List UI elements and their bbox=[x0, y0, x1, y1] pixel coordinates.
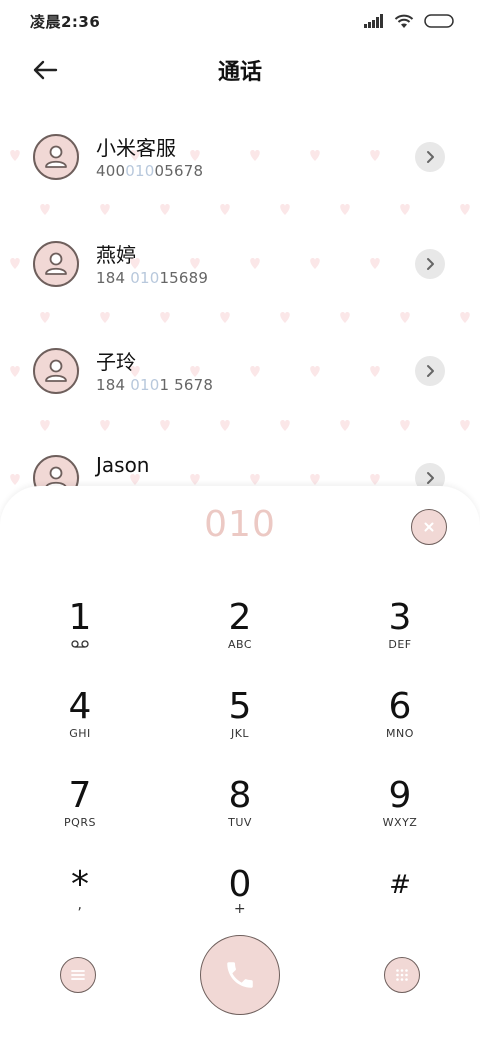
key-digit: 9 bbox=[388, 775, 412, 816]
chevron-right-icon bbox=[427, 258, 434, 270]
key-digit: 6 bbox=[388, 686, 412, 727]
status-icons bbox=[364, 14, 454, 29]
contact-detail-button[interactable] bbox=[415, 249, 445, 279]
key-0[interactable]: 0 + bbox=[180, 865, 300, 945]
contact-number: 40001005678 bbox=[96, 162, 204, 180]
contact-name: 小米客服 bbox=[96, 136, 176, 160]
key-letters: WXYZ bbox=[382, 816, 418, 829]
chevron-right-icon bbox=[427, 472, 434, 484]
signal-icon bbox=[364, 14, 383, 28]
contact-detail-button[interactable] bbox=[415, 142, 445, 172]
phone-icon bbox=[227, 962, 253, 988]
person-icon bbox=[45, 252, 67, 275]
key-letters: + bbox=[233, 901, 247, 917]
key-digit: 4 bbox=[68, 686, 92, 727]
contact-row[interactable]: 燕婷 184 01015689 bbox=[0, 241, 480, 321]
person-icon bbox=[45, 145, 67, 168]
contact-row[interactable]: 子玲 184 0101 5678 bbox=[0, 348, 480, 428]
key-digit: 5 bbox=[228, 686, 252, 727]
chevron-right-icon bbox=[427, 365, 434, 377]
contact-detail-button[interactable] bbox=[415, 356, 445, 386]
key-digit: 7 bbox=[68, 775, 92, 816]
person-icon bbox=[45, 359, 67, 382]
close-icon bbox=[424, 522, 434, 532]
menu-button[interactable] bbox=[60, 957, 96, 993]
voicemail-icon bbox=[71, 640, 89, 648]
status-bar: 凌晨2:36 bbox=[0, 0, 480, 42]
dial-input[interactable]: 010 bbox=[0, 504, 480, 545]
header: 通话 bbox=[0, 48, 480, 92]
key-letters: ABC bbox=[227, 638, 253, 651]
avatar bbox=[33, 241, 79, 287]
clear-button[interactable] bbox=[411, 509, 447, 545]
key-letters: TUV bbox=[228, 816, 252, 829]
keypad-icon bbox=[396, 969, 408, 981]
avatar bbox=[33, 134, 79, 180]
key-8[interactable]: 8 TUV bbox=[180, 776, 300, 856]
contact-name: Jason bbox=[96, 453, 150, 477]
key-hash[interactable]: # bbox=[340, 865, 460, 945]
key-4[interactable]: 4 GHI bbox=[20, 687, 140, 767]
contact-number: 184 0101 5678 bbox=[96, 376, 214, 394]
key-3[interactable]: 3 DEF bbox=[340, 598, 460, 678]
key-letters: PQRS bbox=[64, 816, 96, 829]
key-digit: # bbox=[389, 870, 411, 900]
dialer-panel: 010 1 2 ABC 3 DEF 4 GHI 5 JKL 6 MNO 7 PQ… bbox=[0, 486, 480, 1040]
key-letters: GHI bbox=[69, 727, 91, 740]
key-digit: 2 bbox=[228, 597, 252, 638]
battery-icon bbox=[424, 14, 454, 28]
key-letters: , bbox=[77, 897, 83, 913]
wifi-icon bbox=[394, 14, 414, 28]
key-letters: MNO bbox=[386, 727, 414, 740]
call-button[interactable] bbox=[200, 935, 280, 1015]
menu-icon bbox=[71, 970, 85, 980]
key-digit: 1 bbox=[68, 597, 92, 638]
keypad-toggle-button[interactable] bbox=[384, 957, 420, 993]
key-7[interactable]: 7 PQRS bbox=[20, 776, 140, 856]
key-digit: 3 bbox=[388, 597, 412, 638]
status-time: 凌晨2:36 bbox=[30, 12, 101, 31]
page-title: 通话 bbox=[217, 60, 262, 85]
key-letters: JKL bbox=[230, 727, 250, 740]
avatar bbox=[33, 348, 79, 394]
key-star[interactable]: * , bbox=[20, 865, 140, 945]
contact-name: 燕婷 bbox=[96, 243, 136, 267]
contact-row[interactable]: 小米客服 40001005678 bbox=[0, 134, 480, 214]
contact-number: 184 01015689 bbox=[96, 269, 209, 287]
key-2[interactable]: 2 ABC bbox=[180, 598, 300, 678]
chevron-right-icon bbox=[427, 151, 434, 163]
key-digit: 8 bbox=[228, 775, 252, 816]
key-letters: DEF bbox=[388, 638, 412, 651]
key-5[interactable]: 5 JKL bbox=[180, 687, 300, 767]
key-6[interactable]: 6 MNO bbox=[340, 687, 460, 767]
key-digit: 0 bbox=[228, 864, 252, 905]
key-9[interactable]: 9 WXYZ bbox=[340, 776, 460, 856]
key-1[interactable]: 1 bbox=[20, 598, 140, 678]
contact-name: 子玲 bbox=[96, 350, 136, 374]
